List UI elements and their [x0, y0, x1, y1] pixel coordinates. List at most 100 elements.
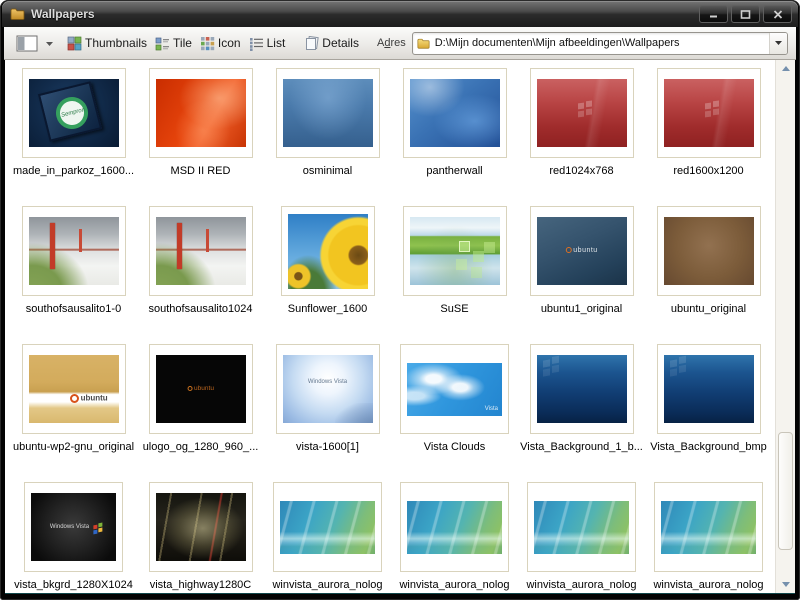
maximize-button[interactable] — [731, 5, 760, 23]
thumbnail-frame — [402, 68, 507, 158]
thumbnail-frame — [273, 482, 382, 572]
view-label-icon: Icon — [217, 36, 241, 50]
vertical-scrollbar[interactable] — [775, 60, 795, 593]
tile-view-icon — [155, 37, 170, 50]
file-item[interactable]: red1024x768 — [518, 68, 645, 206]
wallpaper-thumbnail — [155, 217, 246, 285]
file-item[interactable]: ubuntu ubuntu1_original — [518, 206, 645, 344]
file-item[interactable]: winvista_aurora_nolog — [645, 482, 772, 593]
view-label-list: List — [266, 36, 286, 50]
wallpaper-thumbnail — [663, 355, 754, 423]
file-item[interactable]: winvista_aurora_nolog — [391, 482, 518, 593]
thumbnail-frame: ubuntu — [21, 344, 126, 434]
icon-view-icon — [200, 36, 215, 50]
file-label: Vista_Background_1_b... — [520, 441, 643, 453]
panes-toggle-button[interactable] — [12, 32, 42, 55]
thumbnail-frame: ubuntu — [148, 344, 253, 434]
file-label: MSD II RED — [170, 165, 231, 177]
thumbnail-frame — [148, 68, 253, 158]
file-item[interactable]: Sunflower_1600 — [264, 206, 391, 344]
thumbnail-frame — [656, 206, 761, 296]
file-item[interactable]: SuSE — [391, 206, 518, 344]
file-item[interactable]: winvista_aurora_nolog — [518, 482, 645, 593]
file-label: Vista_Background_bmp — [650, 441, 767, 453]
wallpaper-thumbnail: ubuntu — [28, 355, 119, 423]
thumbnail-frame — [527, 482, 636, 572]
file-item[interactable]: Vista_Background_bmp — [645, 344, 772, 482]
file-item[interactable]: Vista_Background_1_b... — [518, 344, 645, 482]
minimize-button[interactable] — [699, 5, 728, 23]
close-button[interactable] — [763, 5, 792, 23]
file-item[interactable]: Windows Vista vista_bkgrd_1280X1024 — [10, 482, 137, 593]
wallpaper-thumbnail — [407, 500, 502, 554]
wallpaper-thumbnail: ubuntu — [536, 217, 627, 285]
view-label-tile: Tile — [173, 36, 192, 50]
address-label: Adres — [376, 37, 406, 49]
wallpaper-thumbnail — [661, 500, 756, 554]
view-label-details: Details — [322, 36, 359, 50]
file-item[interactable]: ubuntu ulogo_og_1280_960_... — [137, 344, 264, 482]
file-label: ubuntu_original — [670, 303, 747, 315]
panes-dropdown-chevron[interactable] — [46, 34, 53, 52]
file-label: vista_highway1280C — [149, 579, 252, 591]
file-label: winvista_aurora_nolog — [272, 579, 383, 591]
file-item[interactable]: vista_highway1280C — [137, 482, 264, 593]
view-button-details[interactable]: Details — [299, 33, 363, 54]
scroll-up-button[interactable] — [776, 60, 795, 77]
file-item[interactable]: ubuntu ubuntu-wp2-gnu_original — [10, 344, 137, 482]
thumbnail-frame: Vista — [400, 344, 509, 434]
thumbnail-frame — [148, 482, 253, 572]
file-label: vista_bkgrd_1280X1024 — [14, 579, 133, 591]
wallpaper-thumbnail — [663, 79, 754, 147]
scroll-down-button[interactable] — [776, 576, 795, 593]
file-item[interactable]: Windows Vista vista-1600[1] — [264, 344, 391, 482]
view-button-list[interactable]: List — [245, 33, 290, 54]
wallpaper-thumbnail: Windows Vista — [31, 493, 116, 561]
thumbnail-overlay-text: ubuntu — [187, 385, 214, 393]
file-item[interactable]: pantherwall — [391, 68, 518, 206]
file-item[interactable]: Vista Vista Clouds — [391, 344, 518, 482]
file-item[interactable]: winvista_aurora_nolog — [264, 482, 391, 593]
view-label-thumbnails: Thumbnails — [85, 36, 148, 50]
list-view-icon — [249, 37, 263, 51]
arrow-up-icon — [781, 66, 790, 71]
thumbnail-frame — [148, 206, 253, 296]
minimize-icon — [709, 15, 717, 17]
title-bar[interactable]: Wallpapers — [2, 1, 798, 27]
wallpaper-thumbnail — [663, 217, 754, 285]
file-item[interactable]: red1600x1200 — [645, 68, 772, 206]
file-item[interactable]: MSD II RED — [137, 68, 264, 206]
file-item[interactable]: Sempron made_in_parkoz_1600... — [10, 68, 137, 206]
file-item[interactable]: ubuntu_original — [645, 206, 772, 344]
wallpaper-thumbnail — [287, 213, 368, 289]
wallpaper-thumbnail: Windows Vista — [282, 355, 373, 423]
thumbnail-frame — [654, 482, 763, 572]
arrow-down-icon — [781, 582, 790, 587]
file-label: red1600x1200 — [673, 165, 744, 177]
chevron-down-icon — [775, 40, 782, 45]
file-label: winvista_aurora_nolog — [653, 579, 764, 591]
view-button-thumbnails[interactable]: Thumbnails — [63, 33, 151, 54]
address-bar[interactable]: D:\Mijn documenten\Mijn afbeeldingen\Wal… — [411, 31, 788, 55]
address-dropdown-button[interactable] — [769, 32, 787, 54]
thumbnail-frame — [275, 68, 380, 158]
scrollbar-thumb[interactable] — [778, 432, 793, 550]
file-item[interactable]: southofsausalito1024 — [137, 206, 264, 344]
thumbnail-frame — [529, 344, 634, 434]
panes-icon — [16, 35, 38, 51]
wallpaper-thumbnail: Vista — [407, 362, 502, 416]
address-path[interactable]: D:\Mijn documenten\Mijn afbeeldingen\Wal… — [435, 37, 769, 49]
wallpaper-thumbnail — [409, 217, 500, 285]
file-label: southofsausalito1024 — [148, 303, 253, 315]
thumbnail-overlay-text: Windows Vista — [50, 524, 97, 530]
view-button-icon[interactable]: Icon — [196, 33, 245, 54]
details-view-icon — [306, 35, 320, 50]
thumbnail-overlay-text: ubuntu — [70, 394, 108, 403]
wallpaper-thumbnail — [155, 493, 246, 561]
view-button-tile[interactable]: Tile — [151, 33, 196, 54]
file-item[interactable]: osminimal — [264, 68, 391, 206]
wallpaper-thumbnail — [536, 355, 627, 423]
file-list-area: Sempron made_in_parkoz_1600... MSD II RED o… — [5, 60, 795, 594]
thumbnail-grid: Sempron made_in_parkoz_1600... MSD II RED o… — [5, 60, 775, 593]
file-item[interactable]: southofsausalito1-0 — [10, 206, 137, 344]
